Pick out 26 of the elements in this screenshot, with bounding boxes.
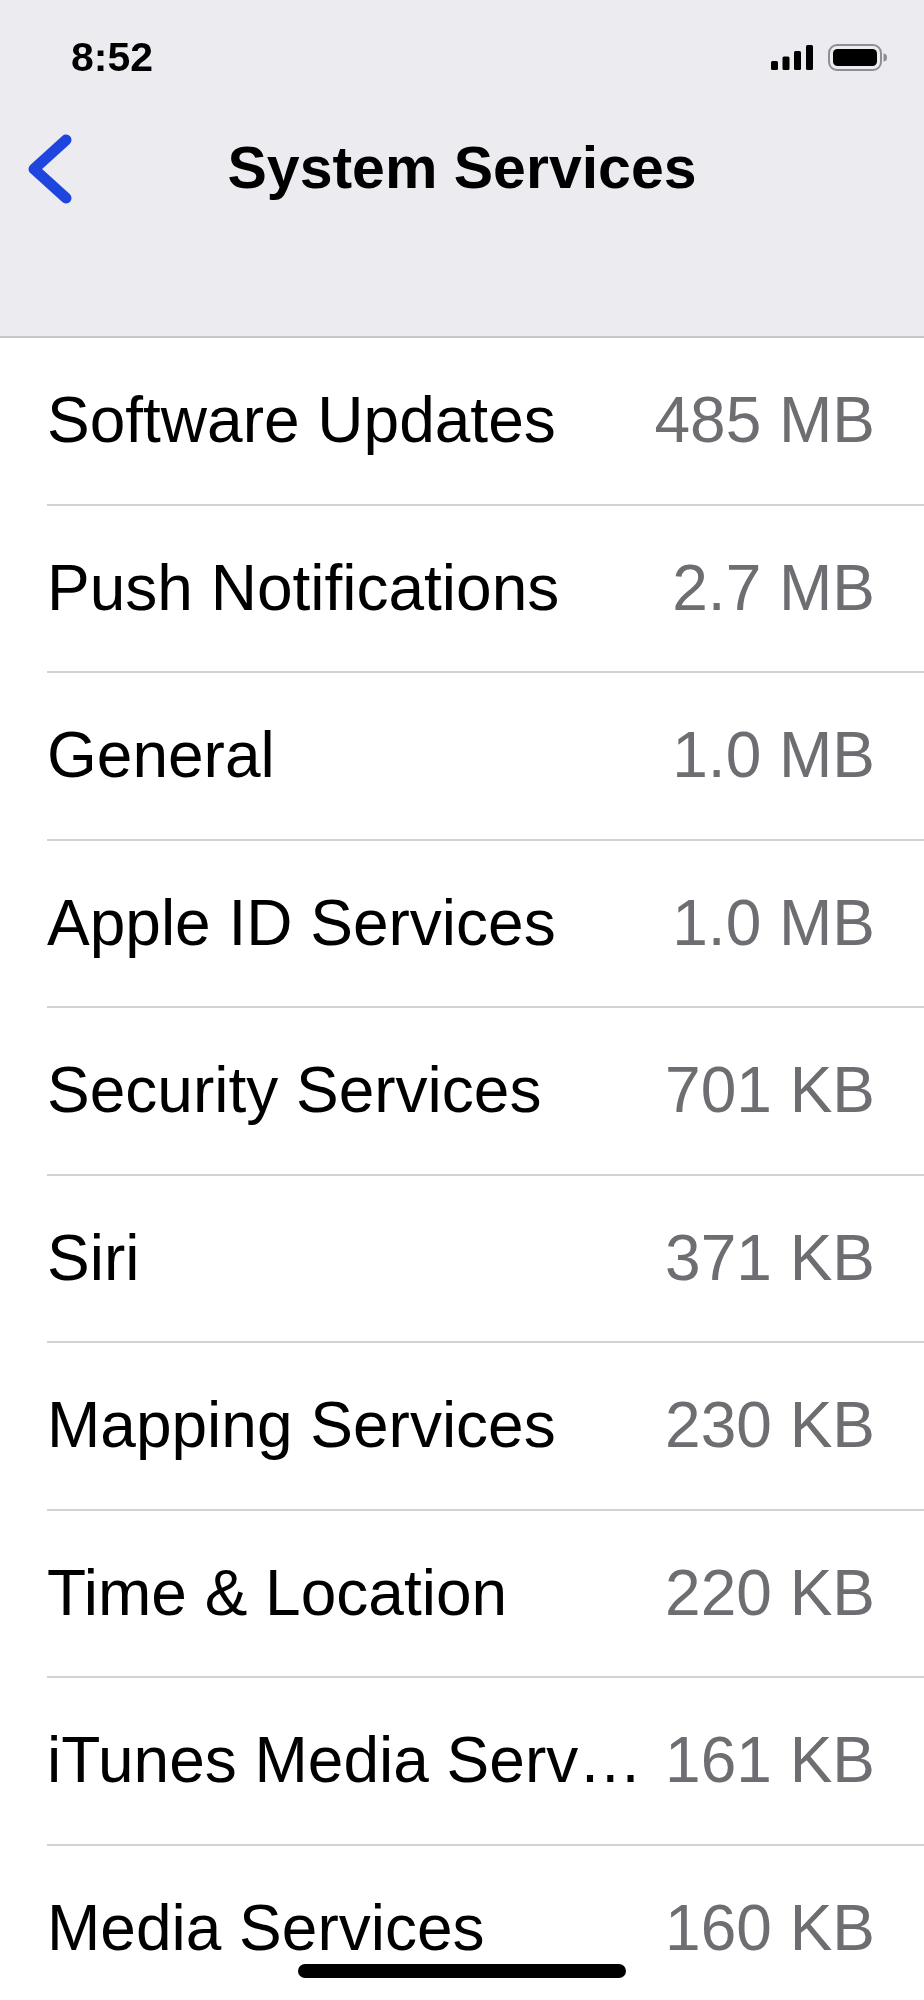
signal-icon	[771, 44, 813, 70]
service-name: General	[47, 722, 276, 790]
service-name: iTunes Media Serv…	[47, 1727, 644, 1795]
data-usage: 161 KB	[665, 1727, 875, 1795]
data-usage: 1.0 MB	[672, 722, 875, 790]
data-usage: 1.0 MB	[672, 889, 875, 957]
service-name: Software Updates	[47, 387, 557, 455]
battery-icon	[828, 43, 887, 71]
service-name: Media Services	[47, 1894, 486, 1962]
data-usage: 701 KB	[665, 1057, 875, 1125]
data-usage: 371 KB	[665, 1224, 875, 1292]
data-usage: 230 KB	[665, 1392, 875, 1460]
data-usage: 160 KB	[665, 1894, 875, 1962]
data-usage: 2.7 MB	[672, 554, 875, 622]
service-name: Time & Location	[47, 1559, 509, 1627]
data-usage: 485 MB	[654, 387, 875, 455]
data-usage: 220 KB	[665, 1559, 875, 1627]
back-chevron-icon	[28, 134, 72, 204]
back-button[interactable]	[28, 134, 72, 204]
status-time: 8:52	[71, 36, 154, 78]
page-title: System Services	[227, 135, 697, 203]
service-name: Security Services	[47, 1057, 543, 1125]
service-name: Siri	[47, 1224, 141, 1292]
service-name: Apple ID Services	[47, 889, 557, 957]
service-name: Mapping Services	[47, 1392, 557, 1460]
service-name: Push Notifications	[47, 554, 561, 622]
